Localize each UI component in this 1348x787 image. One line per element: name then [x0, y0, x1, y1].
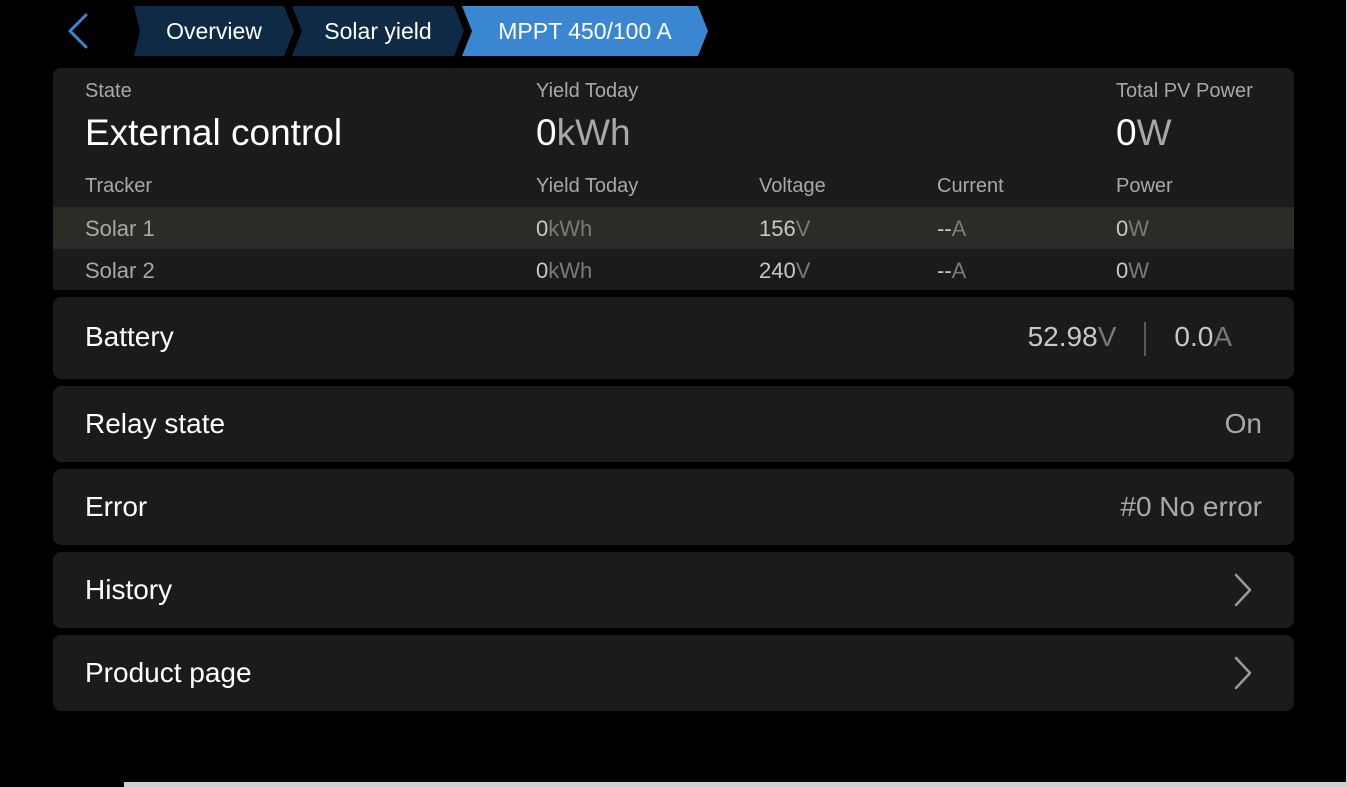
state-value: External control — [85, 112, 343, 153]
tracker-header: Tracker — [85, 175, 153, 197]
relay-state-value: On — [1224, 408, 1262, 439]
relay-state-row: Relay state On — [53, 386, 1294, 462]
tracker-current: --A — [937, 216, 967, 241]
divider — [1144, 321, 1147, 356]
battery-label: Battery — [85, 321, 174, 352]
tracker-yield: 0kWh — [536, 258, 593, 283]
yield-today-value: 0kWh — [536, 112, 631, 153]
chevron-right-icon — [1234, 656, 1252, 690]
history-row[interactable]: History — [53, 552, 1294, 628]
tracker-power: 0W — [1116, 258, 1150, 283]
tracker-power-header: Power — [1116, 175, 1173, 197]
battery-row[interactable]: Battery 52.98V 0.0A — [53, 297, 1294, 379]
breadcrumb-overview[interactable]: Overview — [134, 6, 294, 56]
tracker-voltage-header: Voltage — [759, 175, 826, 197]
yield-today-label: Yield Today — [536, 80, 639, 102]
breadcrumb-solar-yield[interactable]: Solar yield — [292, 6, 464, 56]
product-page-row[interactable]: Product page — [53, 635, 1294, 711]
error-row: Error #0 No error — [53, 469, 1294, 545]
battery-values: 52.98V 0.0A — [1028, 321, 1232, 356]
tracker-power: 0W — [1116, 216, 1150, 241]
total-pv-power-value: 0W — [1116, 112, 1172, 153]
state-label: State — [85, 80, 132, 102]
history-label: History — [85, 574, 173, 605]
tracker-current-header: Current — [937, 175, 1004, 197]
back-arrow-icon[interactable] — [64, 12, 92, 50]
breadcrumb-mppt: MPPT 450/100 A — [462, 6, 708, 56]
tracker-name: Solar 2 — [85, 258, 155, 283]
tracker-name: Solar 1 — [85, 216, 155, 241]
tracker-current: --A — [937, 258, 967, 283]
battery-current: 0.0 — [1174, 321, 1214, 352]
error-label: Error — [85, 491, 148, 522]
product-page-label: Product page — [85, 657, 252, 688]
error-value: #0 No error — [1120, 491, 1262, 522]
total-pv-power-label: Total PV Power — [1116, 80, 1253, 102]
relay-state-label: Relay state — [85, 408, 226, 439]
chevron-right-icon — [1234, 573, 1252, 607]
tracker-yield-header: Yield Today — [536, 175, 639, 197]
tracker-row: Solar 1 0kWh 156V --A 0W — [53, 207, 1294, 249]
battery-voltage: 52.98 — [1027, 321, 1098, 352]
tracker-voltage: 240V — [759, 258, 811, 283]
tracker-voltage: 156V — [759, 216, 811, 241]
tracker-row: Solar 2 0kWh 240V --A 0W — [53, 249, 1294, 291]
solar-summary-card: State External control Yield Today 0kWh … — [53, 68, 1294, 290]
tracker-yield: 0kWh — [536, 216, 593, 241]
background-strip — [124, 782, 1348, 787]
